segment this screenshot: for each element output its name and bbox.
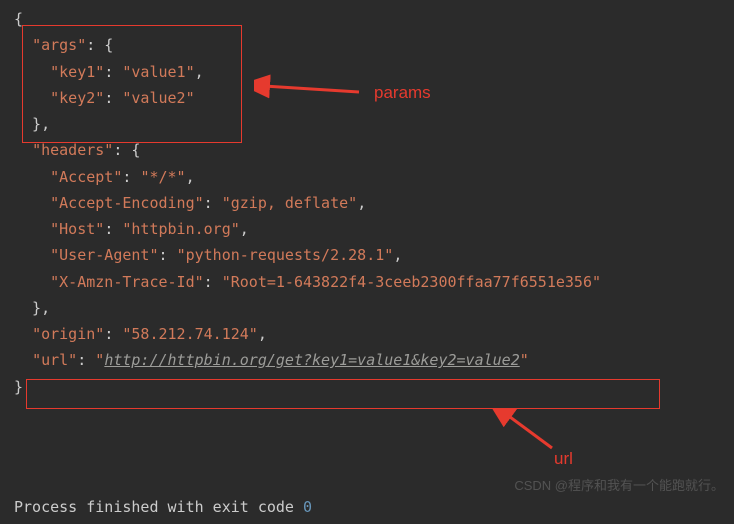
params-label: params [374, 83, 431, 103]
json-output: { "args": { "key1": "value1", "key2": "v… [14, 6, 734, 400]
watermark: CSDN @程序和我有一个能跑就行。 [514, 475, 724, 494]
url-link[interactable]: http://httpbin.org/get?key1=value1&key2=… [104, 351, 519, 369]
arrow-icon [254, 74, 364, 110]
process-exit-message: Process finished with exit code 0 [14, 498, 312, 516]
arrow-icon [492, 408, 562, 454]
